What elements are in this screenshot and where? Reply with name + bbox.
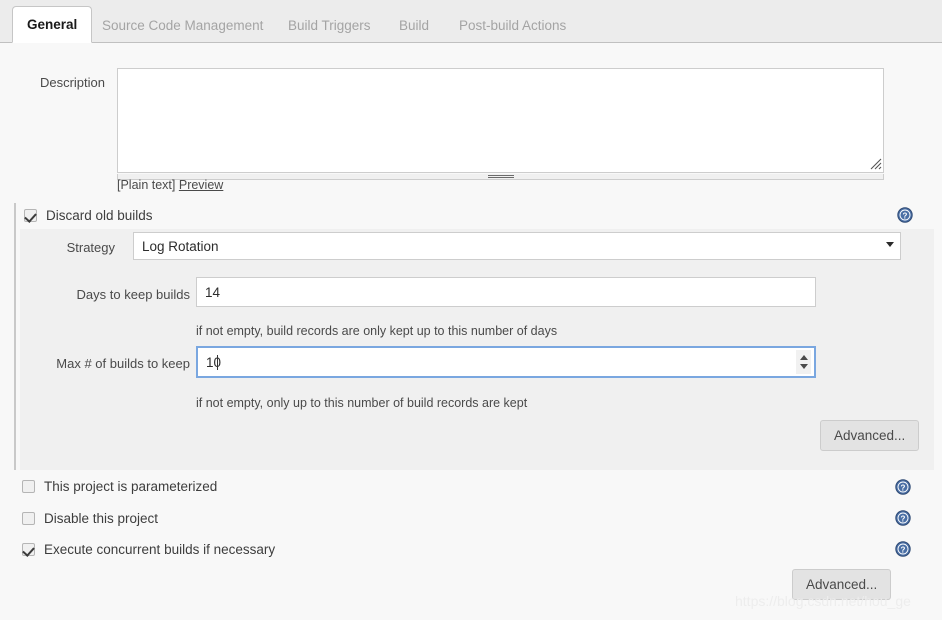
discard-old-builds-header: Discard old builds ? bbox=[16, 203, 934, 229]
days-to-keep-builds-input[interactable] bbox=[196, 277, 816, 307]
text-caret bbox=[217, 355, 218, 370]
description-preview-link[interactable]: Preview bbox=[179, 178, 223, 192]
jenkins-job-config-page: General Source Code Management Build Tri… bbox=[0, 0, 942, 620]
help-question-icon-discard[interactable]: ? bbox=[897, 207, 913, 223]
description-markup-note: [Plain text] bbox=[117, 178, 176, 192]
discard-old-builds-row[interactable]: Discard old builds bbox=[24, 208, 153, 223]
max-builds-to-keep-spinner[interactable] bbox=[796, 350, 811, 374]
max-builds-to-keep-label: Max # of builds to keep bbox=[56, 356, 190, 371]
description-textarea[interactable] bbox=[117, 68, 884, 173]
option-checkbox-disable-project[interactable] bbox=[22, 512, 35, 525]
discard-old-builds-checkbox[interactable] bbox=[24, 209, 37, 222]
days-to-keep-builds-hint: if not empty, build records are only kep… bbox=[196, 324, 558, 338]
advanced-button-main[interactable]: Advanced... bbox=[792, 569, 892, 600]
strategy-select[interactable]: Log Rotation bbox=[133, 232, 901, 260]
advanced-button-discard[interactable]: Advanced... bbox=[820, 420, 920, 451]
svg-text:?: ? bbox=[903, 211, 908, 220]
help-question-icon-parameterized[interactable]: ? bbox=[895, 479, 911, 495]
help-question-icon-disable-project[interactable]: ? bbox=[895, 510, 911, 526]
option-label-disable-project: Disable this project bbox=[44, 511, 159, 526]
option-checkbox-parameterized[interactable] bbox=[22, 480, 35, 493]
tab-post-build-actions-label: Post-build Actions bbox=[459, 17, 567, 33]
tab-general-label: General bbox=[27, 17, 78, 32]
tab-general[interactable]: General bbox=[12, 6, 93, 43]
max-builds-to-keep-hint: if not empty, only up to this number of … bbox=[196, 396, 528, 410]
option-row-disable-project[interactable]: Disable this project bbox=[22, 511, 158, 526]
description-drag-bar[interactable] bbox=[117, 174, 884, 180]
option-row-concurrent-builds[interactable]: Execute concurrent builds if necessary bbox=[22, 542, 275, 557]
spinner-down-icon[interactable] bbox=[799, 364, 808, 369]
days-to-keep-builds-label: Days to keep builds bbox=[76, 287, 190, 302]
drag-grip-icon bbox=[487, 175, 514, 178]
discard-old-builds-section: Discard old builds ? Strategy Log Rotati… bbox=[14, 203, 934, 470]
option-row-parameterized[interactable]: This project is parameterized bbox=[22, 479, 217, 494]
tab-source-code-management-label: Source Code Management bbox=[102, 17, 264, 33]
tab-source-code-management[interactable]: Source Code Management bbox=[88, 7, 277, 43]
config-tab-bar: General Source Code Management Build Tri… bbox=[0, 0, 942, 43]
spinner-up-icon[interactable] bbox=[799, 355, 808, 360]
discard-old-builds-label: Discard old builds bbox=[46, 208, 153, 223]
description-label: Description bbox=[39, 75, 105, 90]
tab-build-triggers-label: Build Triggers bbox=[288, 17, 371, 33]
svg-text:?: ? bbox=[901, 545, 906, 554]
tab-build-triggers[interactable]: Build Triggers bbox=[274, 7, 385, 43]
max-builds-to-keep-input[interactable] bbox=[196, 346, 816, 378]
description-footer: [Plain text] Preview bbox=[117, 178, 223, 192]
svg-text:?: ? bbox=[901, 514, 906, 523]
strategy-label: Strategy bbox=[66, 240, 115, 255]
help-question-icon-concurrent-builds[interactable]: ? bbox=[895, 541, 911, 557]
discard-old-builds-body: Strategy Log Rotation Days to keep build… bbox=[20, 229, 934, 470]
tab-build-label: Build bbox=[399, 17, 430, 33]
option-checkbox-concurrent-builds[interactable] bbox=[22, 543, 35, 556]
tab-post-build-actions[interactable]: Post-build Actions bbox=[445, 7, 580, 43]
option-label-parameterized: This project is parameterized bbox=[44, 479, 218, 494]
option-label-concurrent-builds: Execute concurrent builds if necessary bbox=[44, 542, 276, 557]
svg-text:?: ? bbox=[901, 483, 906, 492]
tab-build[interactable]: Build bbox=[385, 7, 443, 43]
